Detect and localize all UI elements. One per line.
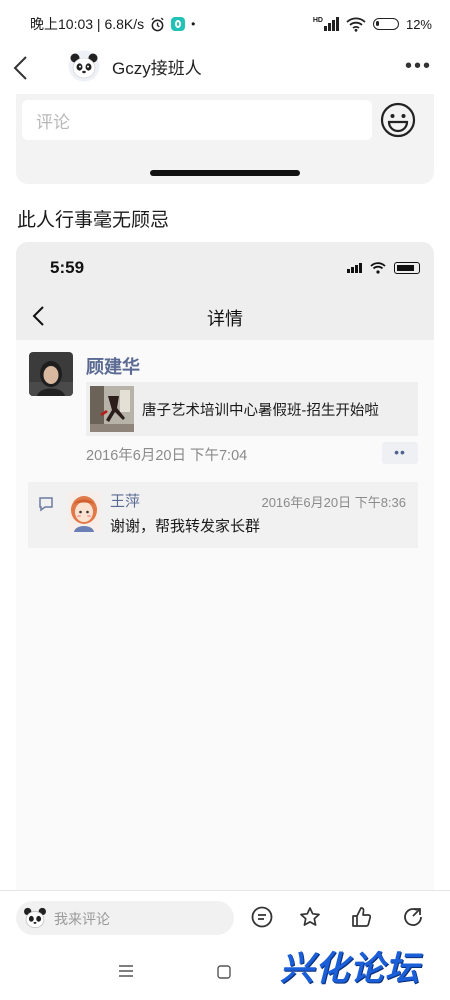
- alarm-icon: [151, 16, 164, 31]
- panda-avatar-small: [24, 907, 46, 929]
- embedded-battery-icon: [394, 262, 420, 274]
- more-icon[interactable]: •••: [405, 56, 432, 76]
- author-avatar[interactable]: [29, 352, 73, 396]
- embedded-signal-icon: [347, 263, 362, 273]
- back-icon[interactable]: [10, 54, 34, 82]
- comments-icon[interactable]: [251, 906, 273, 928]
- hd-badge: HD: [312, 17, 323, 24]
- comment-card: 评论: [16, 94, 434, 184]
- battery-icon: [372, 18, 399, 30]
- link-thumbnail: [90, 386, 134, 432]
- dot-icon: •: [191, 17, 196, 31]
- post-author[interactable]: 顾建华: [86, 353, 140, 379]
- post-caption: 此人行事毫无顾忌: [17, 210, 170, 231]
- menu-icon[interactable]: [119, 965, 133, 977]
- embedded-nav-title: 详情: [207, 309, 243, 329]
- home-indicator: [150, 170, 300, 176]
- embedded-status-bar: 5:59: [16, 242, 434, 292]
- forum-watermark: 兴化论坛: [280, 950, 420, 988]
- system-nav-bar: 兴化论坛: [0, 947, 450, 1000]
- app-notification-icon: [171, 17, 186, 31]
- embedded-wifi-icon: [370, 262, 386, 274]
- reply-author[interactable]: 王萍: [110, 490, 140, 511]
- reply-author-avatar[interactable]: [68, 492, 100, 532]
- comment-bubble-icon: [39, 497, 53, 512]
- post-timestamp: 2016年6月20日 下午7:04: [86, 448, 248, 464]
- shared-link-card[interactable]: 唐子艺术培训中心暑假班-招生开始啦: [86, 382, 418, 436]
- share-icon[interactable]: [402, 906, 424, 928]
- status-bar: 晚上10:03 | 6.8K/s • HD 12%: [0, 0, 450, 48]
- home-icon[interactable]: [217, 965, 231, 979]
- embedded-time: 5:59: [50, 258, 85, 277]
- reply-text: 谢谢，帮我转发家长群: [110, 518, 261, 535]
- top-header: Gczy接班人 •••: [0, 48, 450, 88]
- status-time-speed: 晚上10:03 | 6.8K/s: [30, 16, 145, 32]
- star-icon[interactable]: [299, 906, 321, 928]
- post-more-button[interactable]: ••: [382, 442, 418, 464]
- link-title[interactable]: 唐子艺术培训中心暑假班-招生开始啦: [142, 399, 379, 420]
- embedded-screenshot[interactable]: 5:59 详情 顾建华 唐子艺术培训中心暑假班-招生开始啦 2016年6月20日…: [16, 242, 434, 890]
- signal-icon: HD: [313, 17, 339, 31]
- bottom-input-placeholder: 我来评论: [54, 911, 110, 927]
- panda-avatar[interactable]: [68, 50, 100, 82]
- bottom-comment-input[interactable]: 我来评论: [16, 901, 234, 935]
- bottom-action-bar: 我来评论: [0, 890, 450, 946]
- header-user[interactable]: Gczy接班人: [68, 50, 202, 82]
- embedded-nav-bar: 详情: [16, 292, 434, 340]
- reply-timestamp: 2016年6月20日 下午8:36: [261, 495, 406, 510]
- battery-percent: 12%: [405, 16, 432, 32]
- header-username[interactable]: Gczy接班人: [112, 54, 202, 79]
- emoji-icon[interactable]: [380, 102, 416, 138]
- thumbs-up-icon[interactable]: [350, 906, 372, 928]
- reply-section: 王萍 2016年6月20日 下午8:36 谢谢，帮我转发家长群: [28, 482, 418, 548]
- wifi-icon: [346, 17, 366, 32]
- comment-input[interactable]: 评论: [22, 100, 372, 140]
